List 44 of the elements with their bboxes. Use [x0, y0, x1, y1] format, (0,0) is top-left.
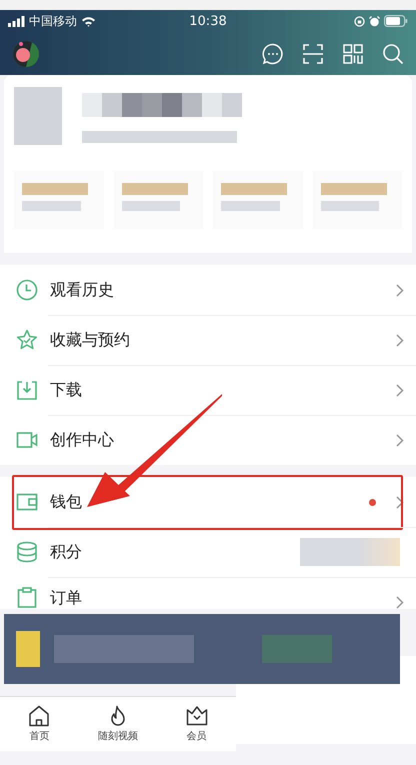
- blurred-area: [14, 87, 62, 145]
- menu-item[interactable]: 订单: [0, 577, 416, 609]
- tab-item[interactable]: 随刻视频: [78, 697, 158, 751]
- chevron-right-icon: [396, 434, 404, 446]
- crown-icon: [186, 705, 208, 727]
- qr-code-icon[interactable]: [342, 42, 364, 64]
- avatar-icon[interactable]: [12, 40, 40, 68]
- menu-item[interactable]: 下载: [0, 365, 416, 415]
- menu-label: 订单: [50, 588, 83, 609]
- chevron-right-icon: [396, 384, 404, 396]
- menu-item[interactable]: 钱包: [0, 477, 416, 527]
- chevron-right-icon: [396, 596, 404, 609]
- menu-item[interactable]: 创作中心: [0, 415, 416, 465]
- wifi-icon: [81, 16, 96, 26]
- lock-rotation-icon: [354, 16, 365, 26]
- star-icon: [16, 329, 38, 351]
- message-icon[interactable]: [262, 42, 284, 64]
- menu-item[interactable]: 积分: [0, 527, 416, 577]
- chevron-right-icon: [396, 284, 404, 296]
- home-icon: [28, 705, 50, 727]
- menu-item[interactable]: 收藏与预约: [0, 315, 416, 365]
- carrier-name: 中国移动: [29, 12, 77, 30]
- menu-label: 收藏与预约: [50, 330, 131, 350]
- wallet-icon: [16, 491, 38, 513]
- menu-item[interactable]: 观看历史: [0, 265, 416, 315]
- menu-label: 下载: [50, 380, 83, 400]
- tab-item[interactable]: 会员: [157, 697, 236, 751]
- menu-label: 钱包: [50, 492, 83, 512]
- chevron-right-icon: [396, 334, 404, 346]
- download-icon: [16, 379, 38, 401]
- menu-label: 观看历史: [50, 280, 115, 300]
- search-icon[interactable]: [382, 42, 404, 64]
- tab-item[interactable]: 首页: [0, 697, 79, 751]
- alarm-icon: [369, 16, 380, 26]
- chevron-right-icon: [396, 496, 404, 508]
- video-camera-icon: [16, 429, 38, 451]
- coin-stack-icon: [16, 541, 38, 563]
- scan-icon[interactable]: [302, 42, 324, 64]
- menu-label: 积分: [50, 542, 83, 562]
- menu-label: 创作中心: [50, 430, 115, 450]
- clock-icon: [16, 279, 38, 301]
- status-time: 10:38: [189, 14, 227, 28]
- battery-icon: [384, 15, 408, 27]
- signal-icon: [8, 16, 25, 26]
